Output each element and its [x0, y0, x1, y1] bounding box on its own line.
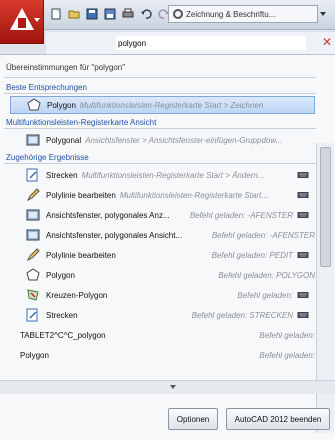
result-item[interactable]: TABLET2^C^C_polygon Befehl geladen: — [10, 326, 315, 344]
result-status: Befehl geladen: -AFENSTER — [189, 210, 293, 220]
chevron-down-icon[interactable] — [170, 385, 176, 389]
section-divider — [4, 128, 316, 129]
keyboard-icon — [297, 310, 309, 320]
result-item[interactable]: Kreuzen-Polygon Befehl geladen: — [10, 286, 315, 304]
result-item[interactable]: Polylinie bearbeiten Multifunktionsleiste… — [10, 186, 315, 204]
section-divider — [4, 93, 316, 94]
stretch-icon — [26, 308, 40, 322]
result-item[interactable]: Strecken Multifunktionsleisten-Registerka… — [10, 166, 315, 184]
autocad-logo-icon — [10, 8, 34, 30]
keyboard-icon — [297, 210, 309, 220]
result-item[interactable]: Polygon Multifunktionsleisten-Registerkar… — [10, 96, 315, 114]
section-header: Multifunktionsleisten-Registerkarte Ansi… — [6, 118, 157, 127]
result-name: Kreuzen-Polygon — [46, 290, 108, 300]
open-folder-icon[interactable] — [68, 8, 80, 20]
exit-autocad-button[interactable]: AutoCAD 2012 beenden — [226, 408, 330, 430]
keyboard-icon — [297, 190, 309, 200]
divider — [4, 77, 316, 78]
polygon-icon — [26, 268, 40, 282]
stretch-icon — [26, 168, 40, 182]
section-divider — [4, 163, 316, 164]
result-location: Multifunktionsleisten-Registerkarte Star… — [81, 170, 265, 180]
result-item[interactable]: Polygon Befehl geladen: POLYGON — [10, 266, 315, 284]
result-name: Strecken — [46, 170, 78, 180]
result-status: Befehl geladen: PEDIT — [211, 250, 293, 260]
result-item[interactable]: Strecken Befehl geladen: STRECKEN — [10, 306, 315, 324]
result-name: Polygonal — [46, 135, 82, 145]
result-location: Multifunktionsleisten-Registerkarte Star… — [119, 190, 268, 200]
quick-access-toolbar — [50, 6, 170, 22]
search-input[interactable] — [116, 36, 306, 50]
result-name: Ansichtsfenster, polygonales Ansicht... — [46, 230, 183, 240]
gear-icon — [173, 9, 183, 19]
section-header: Beste Entsprechungen — [6, 83, 87, 92]
result-name: Ansichtsfenster, polygonales Anz... — [46, 210, 170, 220]
new-file-icon[interactable] — [50, 8, 62, 20]
result-name: Strecken — [46, 310, 78, 320]
result-name: Polygon — [47, 100, 76, 110]
close-icon[interactable]: ✕ — [322, 36, 332, 48]
keyboard-icon — [297, 170, 309, 180]
result-name: Polylinie bearbeiten — [46, 190, 116, 200]
results-footer-bar — [0, 380, 335, 394]
title-bar: Zeichnung & Beschriftu... — [0, 0, 335, 30]
chevron-down-icon — [34, 18, 40, 22]
result-status: Befehl geladen: STRECKEN — [191, 310, 293, 320]
result-location: Multifunktionsleisten-Registerkarte Star… — [79, 100, 264, 110]
result-status: Befehl geladen: POLYGON — [218, 270, 315, 280]
scrollbar-thumb[interactable] — [320, 147, 331, 267]
result-status: Befehl geladen: — [259, 350, 315, 360]
result-status: Befehl geladen: -AFENSTER — [211, 230, 315, 240]
result-name: TABLET2^C^C_polygon — [20, 330, 106, 340]
workspace-switcher[interactable]: Zeichnung & Beschriftu... — [168, 5, 318, 23]
search-bar — [46, 32, 335, 54]
viewport-polygonal-icon — [26, 228, 40, 242]
result-name: Polylinie bearbeiten — [46, 250, 116, 260]
keyboard-icon — [297, 290, 309, 300]
save-icon[interactable] — [86, 8, 98, 20]
save-as-icon[interactable] — [104, 8, 116, 20]
keyboard-icon — [297, 250, 309, 260]
results-summary: Übereinstimmungen für "polygon" — [6, 63, 126, 72]
options-button[interactable]: Optionen — [168, 408, 218, 430]
result-item[interactable]: Ansichtsfenster, polygonales Anz... Befeh… — [10, 206, 315, 224]
polygon-icon — [27, 98, 41, 112]
viewport-polygonal-icon — [26, 133, 40, 147]
viewport-polygonal-icon — [26, 208, 40, 222]
result-location: Ansichtsfenster > Ansichtsfenster-einfüg… — [85, 135, 283, 145]
result-item[interactable]: Ansichtsfenster, polygonales Ansicht... B… — [10, 226, 315, 244]
pedit-icon — [26, 248, 40, 262]
undo-icon[interactable] — [140, 8, 152, 20]
print-icon[interactable] — [122, 8, 134, 20]
result-item[interactable]: Polylinie bearbeiten Befehl geladen: PEDI… — [10, 246, 315, 264]
result-name: Polygon — [46, 270, 75, 280]
result-status: Befehl geladen: — [237, 290, 293, 300]
result-name: Polygon — [20, 350, 49, 360]
section-header: Zugehörige Ergebnisse — [6, 153, 89, 162]
result-item[interactable]: Polygon Befehl geladen: — [10, 346, 315, 364]
application-menu-button[interactable] — [0, 0, 44, 44]
result-status: Befehl geladen: — [259, 330, 315, 340]
workspace-label: Zeichnung & Beschriftu... — [186, 9, 276, 19]
result-item[interactable]: Polygonal Ansichtsfenster > Ansichtsfenst… — [10, 131, 315, 149]
pedit-icon — [26, 188, 40, 202]
chevron-down-icon[interactable] — [320, 12, 326, 16]
crossing-polygon-icon — [26, 288, 40, 302]
